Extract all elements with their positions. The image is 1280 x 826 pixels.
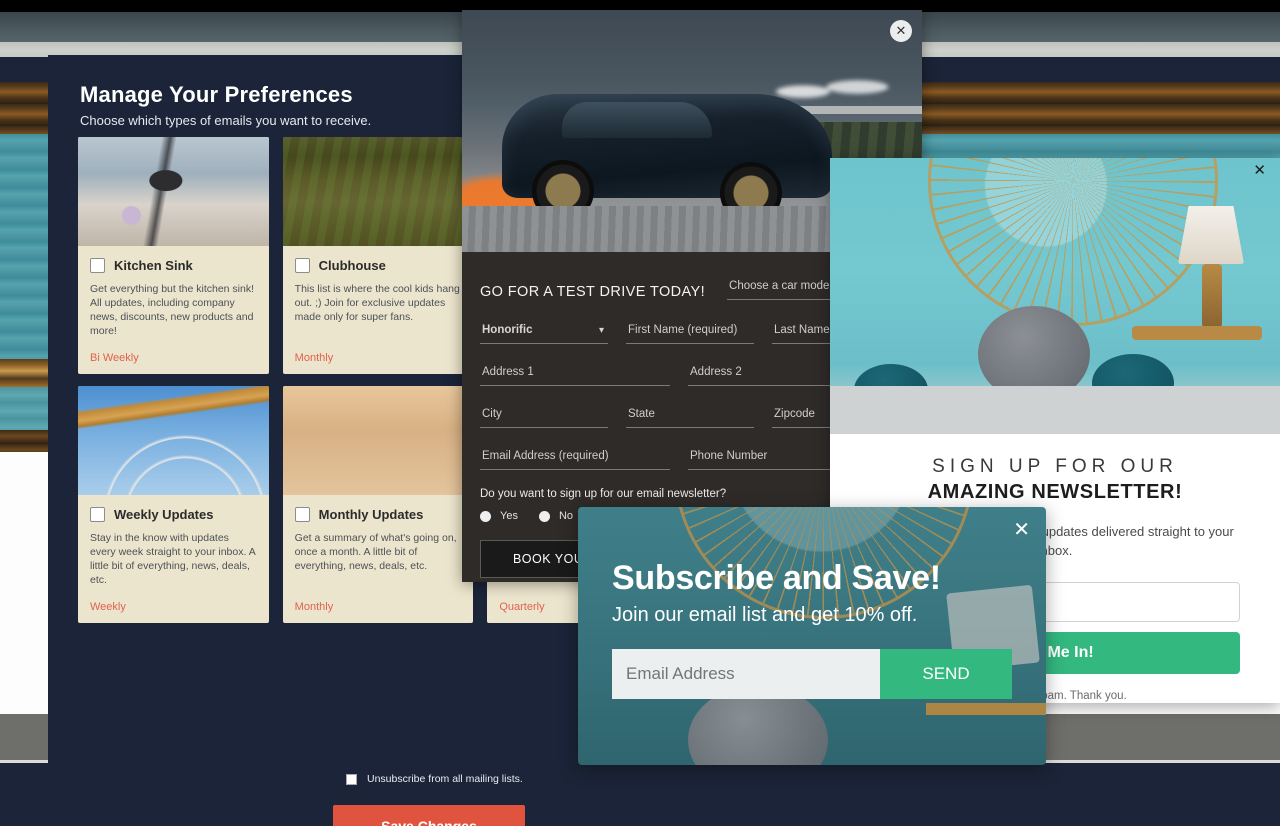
card-check-row[interactable]: Monthly Updates [294, 507, 462, 522]
card-title: Clubhouse [318, 258, 386, 273]
subscribe-save-heading: Subscribe and Save! [612, 559, 941, 597]
state-field[interactable]: State [626, 402, 754, 444]
ferris-wheel-photo [78, 386, 269, 495]
card-title: Kitchen Sink [114, 258, 193, 273]
save-changes-button[interactable]: Save Changes [333, 805, 525, 826]
radio-yes-label: Yes [500, 510, 518, 522]
card-description: Get a summary of what's going on, once a… [294, 532, 457, 572]
radio-no[interactable] [538, 510, 550, 522]
clubhouse-photo [282, 137, 474, 246]
radio-yes[interactable] [480, 510, 491, 522]
subscribe-save-modal: ✕ Subscribe and Save! Join our email lis… [578, 507, 1046, 765]
honorific-field[interactable]: Honorific ▾ [480, 318, 608, 360]
card-body: Kitchen Sink Get everything but the kitc… [78, 246, 269, 374]
card-title: Monthly Updates [318, 507, 424, 522]
lamp-base-shape [1202, 264, 1222, 328]
newsletter-heading-line1: SIGN UP FOR OUR [932, 456, 1178, 477]
close-icon[interactable]: ✕ [1013, 517, 1030, 542]
chevron-down-icon: ▾ [598, 325, 604, 336]
radio-no-label: No [558, 510, 574, 522]
checkbox-clubhouse[interactable] [294, 258, 310, 273]
first-name-placeholder[interactable]: First Name (required) [626, 318, 754, 344]
card-frequency: Weekly [90, 601, 126, 613]
car-window-shape [562, 102, 712, 138]
preference-card-clubhouse[interactable]: Clubhouse This list is where the cool ki… [282, 137, 474, 374]
card-check-row[interactable]: Kitchen Sink [90, 258, 257, 273]
card-body: Weekly Updates Stay in the know with upd… [78, 495, 269, 623]
close-icon[interactable]: ✕ [1253, 161, 1266, 179]
unsubscribe-row[interactable]: Unsubscribe from all mailing lists. [346, 773, 523, 785]
side-table-shape [1132, 326, 1262, 340]
subscribe-save-subheading: Join our email list and get 10% off. [612, 604, 918, 626]
unsubscribe-label: Unsubscribe from all mailing lists. [367, 773, 523, 785]
lamp-shade-shape [1178, 206, 1244, 264]
subscribe-save-form: SEND [612, 649, 1012, 699]
preference-card-kitchen-sink[interactable]: Kitchen Sink Get everything but the kitc… [78, 137, 269, 374]
card-description: This list is where the cool kids hang ou… [294, 283, 460, 323]
living-room-photo [830, 158, 1280, 434]
card-frequency: Monthly [294, 352, 334, 364]
honorific-select[interactable]: Honorific ▾ [480, 318, 608, 344]
kitchen-sink-photo [78, 137, 269, 246]
checkbox-kitchen-sink[interactable] [90, 258, 105, 273]
card-body: Clubhouse This list is where the cool ki… [283, 246, 474, 374]
card-body: Monthly Updates Get a summary of what's … [283, 495, 474, 623]
address1-field[interactable]: Address 1 [480, 360, 670, 402]
checkbox-unsubscribe-all[interactable] [346, 773, 357, 785]
email-placeholder[interactable]: Email Address (required) [480, 444, 670, 470]
first-name-field[interactable]: First Name (required) [626, 318, 754, 360]
subscribe-save-body: Subscribe and Save! Join our email list … [578, 507, 1046, 699]
decorative-arc-shape [928, 158, 1218, 326]
city-placeholder[interactable]: City [480, 402, 608, 428]
city-field[interactable]: City [480, 402, 608, 444]
newsletter-heading-line2: AMAZING NEWSLETTER! [927, 481, 1183, 503]
ornate-door-photo [282, 386, 474, 495]
close-icon[interactable]: ✕ [890, 20, 912, 42]
card-frequency: Monthly [294, 601, 334, 613]
checkbox-weekly-updates[interactable] [90, 507, 105, 522]
preference-card-weekly-updates[interactable]: Weekly Updates Stay in the know with upd… [78, 386, 269, 623]
screen: Manage Your Preferences Choose which typ… [0, 0, 1280, 826]
email-field[interactable]: Email Address (required) [480, 444, 670, 486]
card-check-row[interactable]: Clubhouse [294, 258, 462, 273]
preference-card-monthly-updates[interactable]: Monthly Updates Get a summary of what's … [282, 386, 474, 623]
state-placeholder[interactable]: State [626, 402, 754, 428]
sofa-shape [830, 386, 1280, 434]
send-button[interactable]: SEND [880, 649, 1012, 699]
card-frequency: Bi Weekly [90, 352, 139, 364]
checkbox-monthly-updates[interactable] [294, 507, 310, 522]
card-title: Weekly Updates [114, 507, 214, 522]
card-description: Get everything but the kitchen sink! All… [90, 283, 255, 337]
honorific-value[interactable]: Honorific [480, 318, 608, 344]
card-check-row[interactable]: Weekly Updates [90, 507, 257, 522]
test-drive-heading: GO FOR A TEST DRIVE TODAY! [480, 284, 706, 300]
card-description: Stay in the know with updates every week… [90, 532, 256, 586]
side-table-shape [926, 703, 1046, 715]
address1-placeholder[interactable]: Address 1 [480, 360, 670, 386]
subscribe-email-input[interactable] [612, 649, 880, 699]
